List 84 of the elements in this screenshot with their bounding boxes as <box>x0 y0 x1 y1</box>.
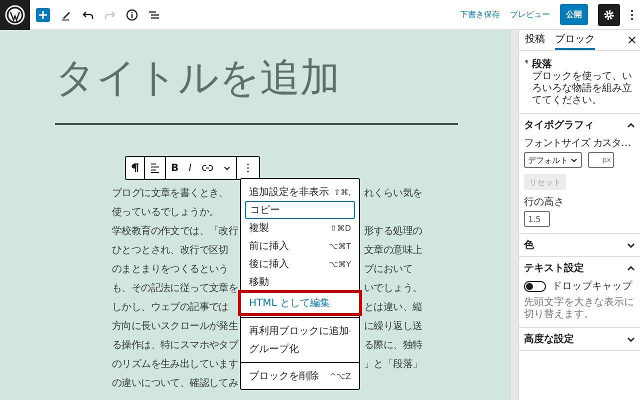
info-icon[interactable] <box>126 8 138 20</box>
wordpress-logo-icon[interactable] <box>5 4 25 24</box>
paragraph-text: の違いについて、確認してみ <box>112 376 240 391</box>
menu-item-label: コピー <box>250 204 280 217</box>
shortcut-text: ⇧⌘, <box>334 188 351 196</box>
menu-item[interactable]: HTML として編集 <box>241 293 359 313</box>
post-title-placeholder[interactable]: タイトルを追加 <box>55 50 340 106</box>
paragraph-text: ブにおいて <box>364 262 413 277</box>
block-description: ブロックを使って、いろいろな物語を組み立ててください。 <box>532 71 634 107</box>
paragraph-text: れくらい気を <box>364 187 422 201</box>
menu-item-label: 再利用ブロックに追加 <box>249 324 349 338</box>
add-block-button[interactable] <box>36 8 50 22</box>
paragraph-text: る際に、独特 <box>364 338 422 353</box>
paragraph-text: しかし、ウェブの記事では <box>112 300 230 315</box>
menu-item-label: 前に挿入 <box>249 240 289 253</box>
menu-item[interactable]: 移動 <box>245 273 355 291</box>
menu-item[interactable]: 後に挿入 ⌥⌘Y <box>245 255 355 273</box>
menu-item[interactable]: グループ化 <box>245 340 355 358</box>
panel-header[interactable]: タイポグラフィ <box>524 114 636 136</box>
sidebar-tab[interactable]: ブロック <box>555 30 595 50</box>
more-options-icon <box>246 163 250 173</box>
settings-button[interactable] <box>598 4 620 26</box>
help-text: 先頭文字を大きな表示に切り替えます。 <box>524 297 635 321</box>
close-icon[interactable] <box>628 36 636 44</box>
menu-item[interactable]: コピー <box>245 201 355 219</box>
font-size-select[interactable]: デフォルト <box>524 152 582 168</box>
shortcut-text: ⌥⌘Y <box>328 260 351 268</box>
plus-icon <box>38 10 48 20</box>
menu-item[interactable]: 前に挿入 ⌥⌘T <box>245 237 355 255</box>
shortcut-text: ⇧⌘D <box>330 224 351 232</box>
menu-item[interactable]: 複製 ⇧⌘D <box>245 219 355 237</box>
panel-header[interactable]: テキスト設定 <box>524 257 636 279</box>
paragraph-text: 」と「段落」 <box>364 358 422 372</box>
paragraph-text: いでしょう。 <box>364 282 422 296</box>
paragraph-text: のリズムを生み出しています <box>112 358 240 372</box>
paragraph-text: 形する処理の <box>364 225 422 239</box>
scrollbar[interactable] <box>510 30 518 400</box>
panel-header[interactable]: 高度な設定 <box>524 328 636 350</box>
publish-button[interactable]: 公開 <box>560 4 588 25</box>
menu-item-label: 移動 <box>249 276 269 289</box>
more-options-icon[interactable] <box>630 8 634 20</box>
paragraph-text: ブログに文章を書くとき、 <box>112 186 230 201</box>
panel-header[interactable]: 色 <box>524 234 636 256</box>
paragraph-text: とは違い、縦 <box>364 300 422 315</box>
paragraph-text: も、その記法に従って文章を <box>112 282 240 296</box>
paragraph-text: 使っているでしょうか。 <box>112 206 220 220</box>
line-height-label: 行の高さ <box>524 196 565 209</box>
toggle-switch[interactable] <box>524 280 546 292</box>
align-left-icon <box>150 163 160 173</box>
paragraph-text: に繰り返し送 <box>364 320 422 334</box>
menu-item-label: 追加設定を非表示 <box>249 186 329 199</box>
menu-item[interactable]: 追加設定を非表示 ⇧⌘, <box>245 183 355 201</box>
paragraph-icon <box>131 163 139 173</box>
list-view-icon[interactable] <box>148 8 160 20</box>
paragraph-text: る操作は、特にスマホやタブ <box>112 338 240 353</box>
menu-item-label: HTML として編集 <box>249 297 330 310</box>
chevron-down-icon <box>222 164 231 172</box>
paragraph-text: 文章の意味上 <box>364 244 422 258</box>
paragraph-text: 方向に長いスクロールが発生 <box>112 320 240 334</box>
custom-size-label: カスタ… <box>592 137 630 150</box>
shortcut-text: ^⌥Z <box>330 372 351 380</box>
paragraph-text: 学校教育の作文では、「改行 <box>112 224 240 239</box>
menu-item-label: グループ化 <box>249 342 299 356</box>
chevron-down-icon <box>570 156 578 164</box>
bold-button[interactable]: B <box>165 157 184 179</box>
block-name: 段落 <box>532 58 554 70</box>
shortcut-text: ⌥⌘T <box>328 242 351 250</box>
paragraph-text: ひとつとされ、改行で区切 <box>112 244 230 258</box>
toggle-label: ドロップキャップ <box>552 280 632 293</box>
menu-item[interactable]: ブロックを削除 ^⌥Z <box>245 367 355 385</box>
save-draft-link[interactable]: 下書き保存 <box>460 9 500 20</box>
font-size-label: フォントサイズ <box>524 137 590 150</box>
paragraph-text: のまとまりをつくるという <box>112 263 230 277</box>
italic-button[interactable]: I <box>184 157 197 179</box>
menu-item[interactable]: 再利用ブロックに追加 <box>245 322 355 340</box>
menu-item-label: 複製 <box>249 222 269 235</box>
undo-icon[interactable] <box>82 8 94 20</box>
sidebar-tab[interactable]: 投稿 <box>525 30 545 50</box>
menu-item-label: 後に挿入 <box>249 258 289 271</box>
preview-link[interactable]: プレビュー <box>510 9 550 20</box>
link-icon <box>202 164 213 172</box>
line-height-field[interactable]: 1.5 <box>524 211 550 227</box>
settings-icon <box>603 8 615 20</box>
menu-item-label: ブロックを削除 <box>249 370 319 383</box>
